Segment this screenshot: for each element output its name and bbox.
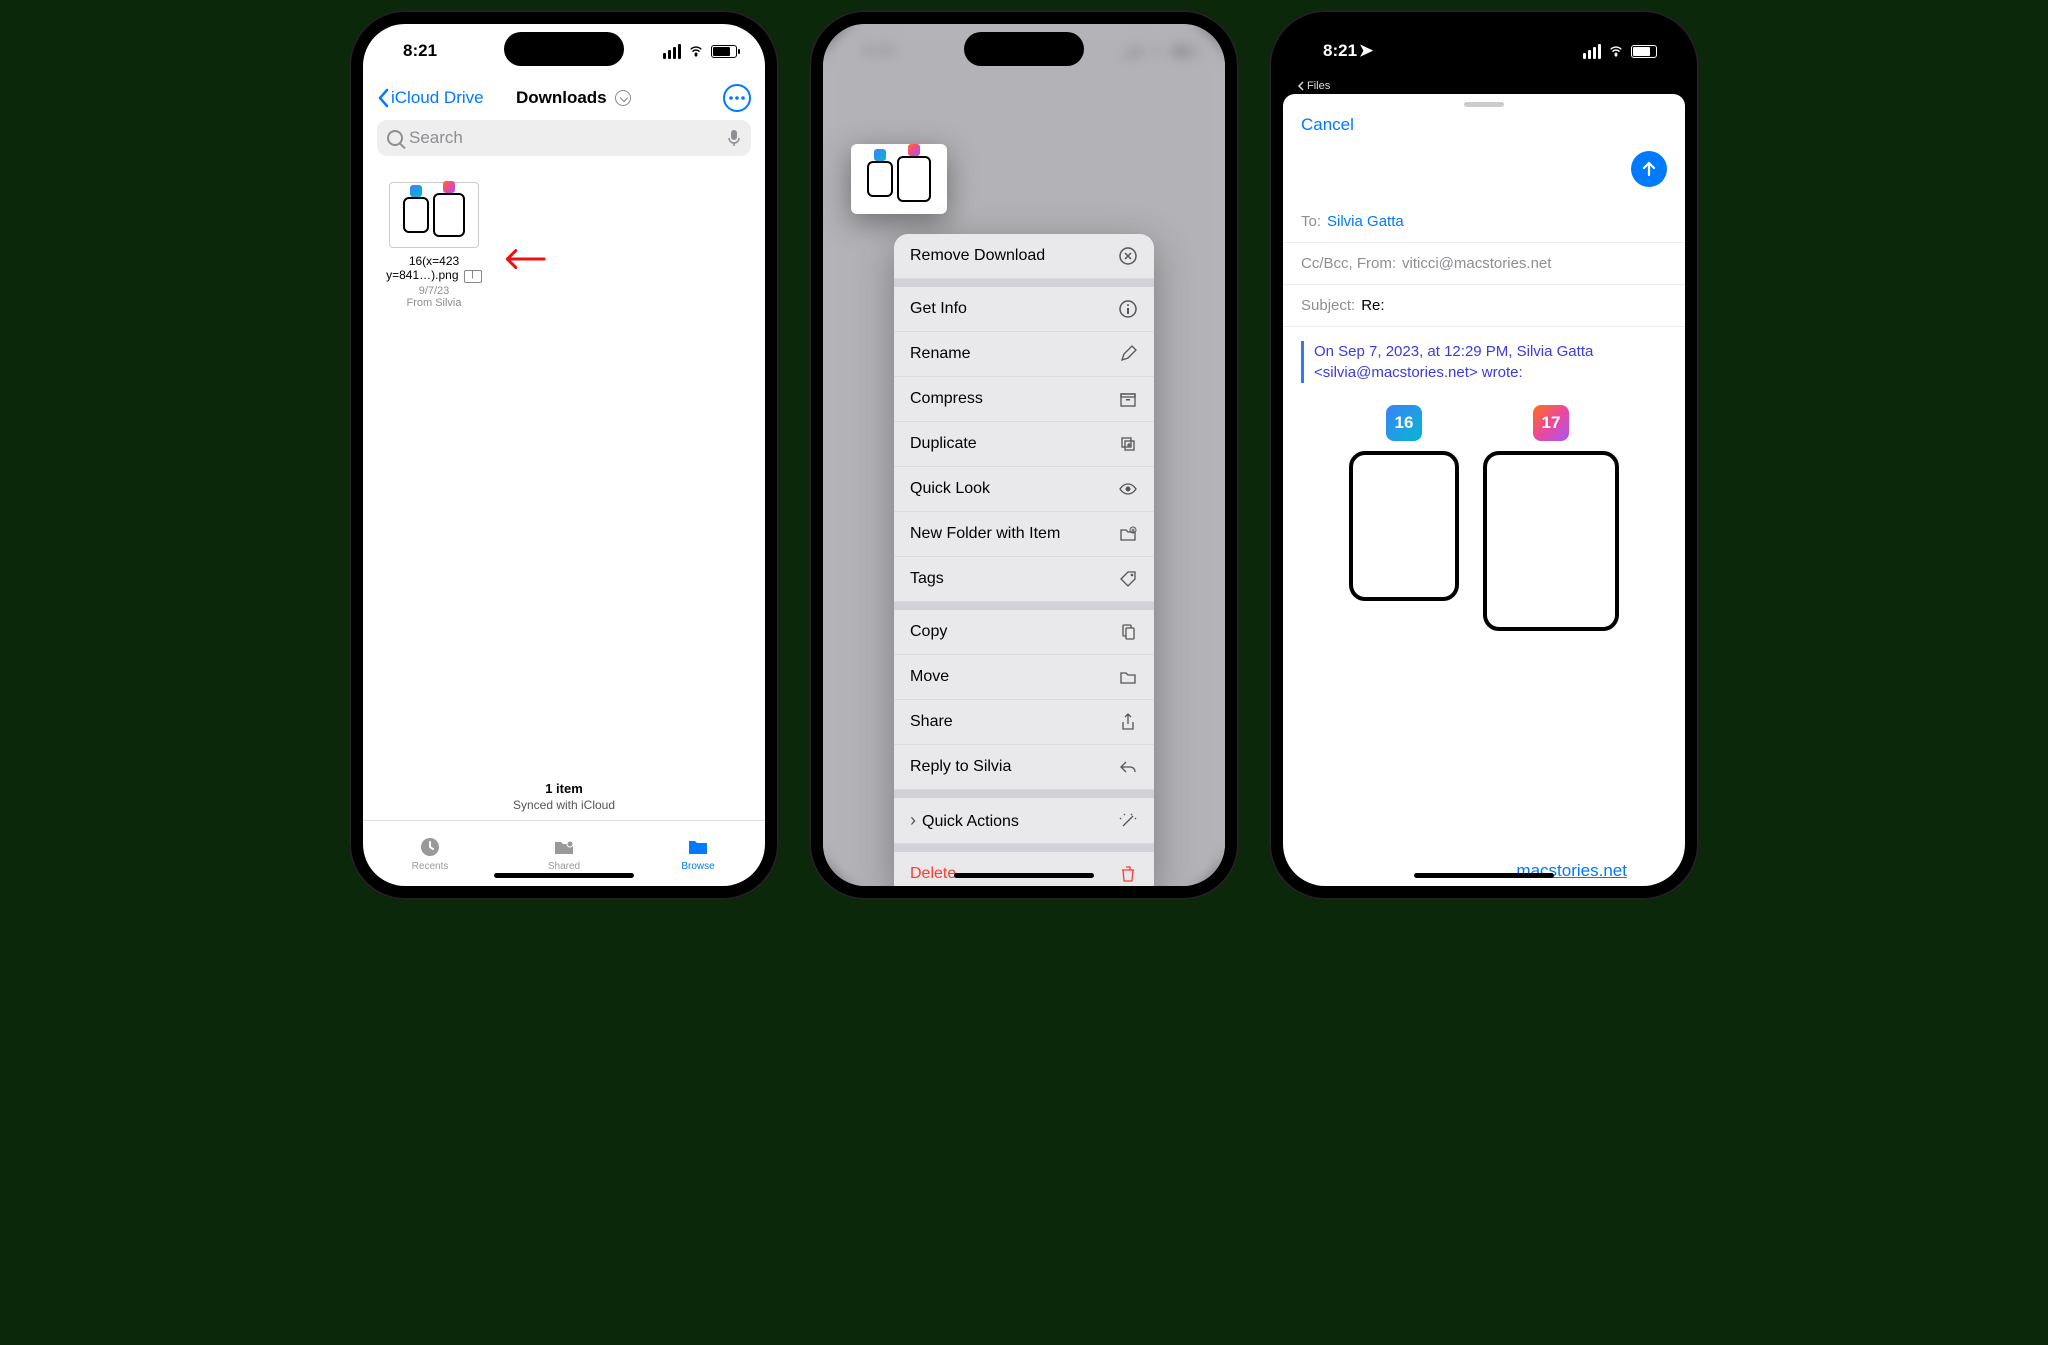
cancel-button[interactable]: Cancel <box>1301 115 1354 135</box>
more-button[interactable] <box>723 84 751 112</box>
ccbcc-value: viticci@macstories.net <box>1402 255 1551 272</box>
home-indicator[interactable] <box>954 873 1094 878</box>
clock-icon <box>418 835 442 859</box>
nav-bar: iCloud Drive Downloads <box>363 78 765 118</box>
dynamic-island <box>1424 32 1544 66</box>
home-indicator[interactable] <box>494 873 634 878</box>
menu-move[interactable]: Move <box>894 655 1154 700</box>
menu-reply[interactable]: Reply to Silvia <box>894 745 1154 790</box>
file-thumbnail <box>389 182 479 248</box>
ios16-icon: 16 <box>1386 405 1422 441</box>
share-icon <box>1118 712 1138 732</box>
folder-plus-icon <box>1118 524 1138 544</box>
context-preview-thumbnail[interactable] <box>851 144 947 214</box>
menu-copy[interactable]: Copy <box>894 610 1154 655</box>
nav-title[interactable]: Downloads <box>428 88 719 108</box>
ios17-icon: 17 <box>1533 405 1569 441</box>
copy-icon <box>1118 622 1138 642</box>
menu-tags[interactable]: Tags <box>894 557 1154 602</box>
location-icon: ➤ <box>1359 41 1373 61</box>
tag-icon <box>1118 569 1138 589</box>
battery-icon <box>711 45 737 58</box>
menu-rename[interactable]: Rename <box>894 332 1154 377</box>
send-button[interactable] <box>1631 151 1667 187</box>
arrow-up-icon <box>1640 160 1658 178</box>
status-time: 8:21 <box>403 41 437 61</box>
duplicate-icon <box>1118 434 1138 454</box>
eye-icon <box>1118 479 1138 499</box>
folder-icon <box>686 835 710 859</box>
sync-status: Synced with iCloud <box>363 798 765 812</box>
menu-compress[interactable]: Compress <box>894 377 1154 422</box>
reply-icon <box>1118 757 1138 777</box>
file-from: From Silvia <box>379 297 489 309</box>
context-menu: Remove Download Get Info Rename Compress… <box>894 234 1154 886</box>
subject-display: Re: <box>1301 152 1631 186</box>
cellular-icon <box>663 44 681 59</box>
phone-3-mail-compose: 8:21➤ Files Cancel Re: To: <box>1269 10 1699 900</box>
mail-body[interactable]: On Sep 7, 2023, at 12:29 PM, Silvia Gatt… <box>1283 327 1685 886</box>
menu-quick-actions[interactable]: ›Quick Actions <box>894 798 1154 844</box>
annotation-arrow <box>488 231 550 293</box>
wifi-icon <box>1607 44 1625 58</box>
folder-icon <box>1118 667 1138 687</box>
to-value: Silvia Gatta <box>1327 213 1404 230</box>
ccbcc-field[interactable]: Cc/Bcc, From: viticci@macstories.net <box>1283 243 1685 285</box>
subject-field[interactable]: Subject: Re: <box>1283 285 1685 327</box>
status-time: 8:21➤ <box>1323 41 1373 61</box>
search-icon <box>387 130 403 146</box>
folder-person-icon <box>552 835 576 859</box>
wifi-icon <box>687 44 705 58</box>
search-placeholder: Search <box>409 128 721 148</box>
status-footer: 1 item Synced with iCloud <box>363 781 765 820</box>
mail-badge-icon <box>464 270 482 283</box>
phone-1-files-browse: 8:21 iCloud Drive Downloads Search <box>349 10 779 900</box>
subject-label: Subject: <box>1301 297 1355 314</box>
pencil-icon <box>1118 344 1138 364</box>
to-label: To: <box>1301 213 1321 230</box>
phone-2-context-menu: 8:21 Remove Download Get Info Rename Com… <box>809 10 1239 900</box>
mic-icon[interactable] <box>727 128 741 148</box>
compose-sheet: Cancel Re: To: Silvia Gatta Cc/Bcc, From… <box>1283 94 1685 886</box>
ipad-big <box>1483 451 1619 631</box>
subject-value: Re: <box>1361 297 1384 314</box>
quoted-image: 16 17 <box>1301 405 1667 631</box>
ccbcc-label: Cc/Bcc, From: <box>1301 255 1396 272</box>
dynamic-island <box>964 32 1084 66</box>
battery-icon <box>1631 45 1657 58</box>
menu-delete[interactable]: Delete <box>894 852 1154 886</box>
menu-share[interactable]: Share <box>894 700 1154 745</box>
menu-duplicate[interactable]: Duplicate <box>894 422 1154 467</box>
menu-quick-look[interactable]: Quick Look <box>894 467 1154 512</box>
chevron-left-icon <box>377 88 389 108</box>
archive-icon <box>1118 389 1138 409</box>
chevron-down-icon <box>615 90 631 106</box>
remove-icon <box>1118 246 1138 266</box>
menu-remove-download[interactable]: Remove Download <box>894 234 1154 279</box>
search-input[interactable]: Search <box>377 120 751 156</box>
sheet-grabber[interactable] <box>1464 102 1504 107</box>
item-count: 1 item <box>363 781 765 796</box>
quote-header: On Sep 7, 2023, at 12:29 PM, Silvia Gatt… <box>1301 341 1667 383</box>
menu-get-info[interactable]: Get Info <box>894 287 1154 332</box>
menu-new-folder[interactable]: New Folder with Item <box>894 512 1154 557</box>
info-icon <box>1118 299 1138 319</box>
signature: Cheers, Federico Viticci — Editor in Chi… <box>1301 661 1667 886</box>
dynamic-island <box>504 32 624 66</box>
file-name: 16(x=423 y=841…).png <box>379 254 489 283</box>
ellipsis-icon <box>729 96 745 100</box>
wand-icon <box>1118 811 1138 831</box>
tab-browse[interactable]: Browse <box>631 821 765 886</box>
cellular-icon <box>1583 44 1601 59</box>
file-item[interactable]: 16(x=423 y=841…).png 9/7/23 From Silvia <box>379 182 489 309</box>
trash-icon <box>1118 864 1138 884</box>
to-field[interactable]: To: Silvia Gatta <box>1283 201 1685 243</box>
ipad-small <box>1349 451 1459 601</box>
chevron-left-icon <box>1297 81 1305 91</box>
tab-recents[interactable]: Recents <box>363 821 497 886</box>
home-indicator[interactable] <box>1414 873 1554 878</box>
chevron-right-icon: › <box>910 810 916 830</box>
file-date: 9/7/23 <box>379 285 489 297</box>
back-to-app[interactable]: Files <box>1297 80 1330 92</box>
